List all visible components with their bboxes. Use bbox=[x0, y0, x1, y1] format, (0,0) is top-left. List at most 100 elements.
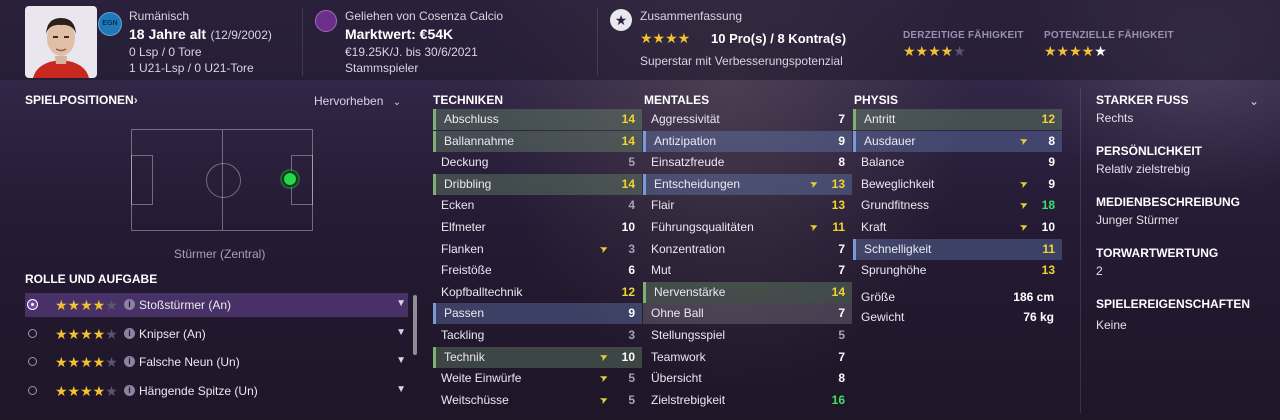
role-radio[interactable] bbox=[28, 300, 37, 309]
attribute-row[interactable]: Zielstrebigkeit 16 bbox=[643, 390, 852, 411]
attribute-row[interactable]: Einsatzfreude 8 bbox=[643, 152, 852, 173]
info-icon[interactable]: i bbox=[124, 299, 135, 310]
chevron-down-icon[interactable]: ▼ bbox=[396, 355, 406, 366]
attribute-value: 7 bbox=[838, 241, 845, 256]
role-stars: ★★★★★ bbox=[55, 297, 118, 313]
nationality[interactable]: Rumänisch bbox=[129, 9, 189, 23]
role-label: Hängende Spitze (Un) bbox=[139, 384, 258, 398]
attribute-row[interactable]: Sprunghöhe 13 bbox=[853, 260, 1062, 281]
attribute-row[interactable]: Konzentration 7 bbox=[643, 239, 852, 260]
physical-title: PHYSIS bbox=[854, 93, 899, 107]
summary-counts[interactable]: 10 Pro(s) / 8 Kontra(s) bbox=[711, 31, 846, 46]
position-marker-striker[interactable] bbox=[282, 171, 298, 187]
role-radio[interactable] bbox=[28, 386, 37, 395]
attribute-value: 5 bbox=[628, 155, 635, 170]
chevron-down-icon[interactable]: ▼ bbox=[396, 298, 406, 309]
role-radio[interactable] bbox=[28, 357, 37, 366]
attribute-row[interactable]: Schnelligkeit 11 bbox=[853, 238, 1062, 260]
attribute-row[interactable]: Mut 7 bbox=[643, 260, 852, 281]
attribute-row[interactable]: Entscheidungen ➤ 13 bbox=[643, 173, 852, 195]
attribute-row[interactable]: Tackling 3 bbox=[433, 325, 642, 346]
attribute-row[interactable]: Weitschüsse ➤ 5 bbox=[433, 390, 642, 411]
highlight-dropdown[interactable]: Hervorheben ⌄ bbox=[314, 94, 401, 108]
attribute-row[interactable]: Teamwork 7 bbox=[643, 347, 852, 368]
weight-label: Gewicht bbox=[861, 310, 905, 324]
role-label: Stoßstürmer (An) bbox=[139, 298, 232, 312]
attribute-name: Teamwork bbox=[651, 349, 706, 364]
role-row[interactable]: ★★★★★ i Knipser (An) ▼ bbox=[25, 322, 408, 346]
personality-value: Relativ zielstrebig bbox=[1096, 162, 1191, 176]
attribute-row[interactable]: Nervenstärke 14 bbox=[643, 281, 852, 303]
attribute-row[interactable]: Ecken 4 bbox=[433, 195, 642, 216]
attribute-value: 14 bbox=[831, 284, 845, 299]
loan-line[interactable]: Geliehen von Cosenza Calcio bbox=[345, 9, 503, 23]
positions-title[interactable]: SPIELPOSITIONEN› bbox=[25, 93, 138, 107]
attribute-row[interactable]: Kopfballtechnik 12 bbox=[433, 282, 642, 303]
attribute-value: 8 bbox=[838, 155, 845, 170]
attribute-name: Schnelligkeit bbox=[864, 241, 932, 256]
nation-flag-icon[interactable]: EGN bbox=[98, 12, 122, 36]
attribute-name: Zielstrebigkeit bbox=[651, 392, 726, 407]
chevron-down-icon: ⌄ bbox=[392, 97, 402, 108]
attribute-row[interactable]: Passen 9 bbox=[433, 303, 642, 325]
attribute-row[interactable]: Weite Einwürfe ➤ 5 bbox=[433, 368, 642, 389]
attribute-row[interactable]: Technik ➤ 10 bbox=[433, 346, 642, 368]
club-badge-icon[interactable] bbox=[315, 10, 337, 32]
attribute-name: Weite Einwürfe bbox=[441, 371, 522, 386]
info-icon[interactable]: i bbox=[124, 385, 135, 396]
attribute-row[interactable]: Stellungsspiel 5 bbox=[643, 325, 852, 346]
attribute-row[interactable]: Flanken ➤ 3 bbox=[433, 239, 642, 260]
attribute-row[interactable]: Übersicht 8 bbox=[643, 368, 852, 389]
role-radio[interactable] bbox=[28, 329, 37, 338]
trend-arrow-icon: ➤ bbox=[597, 393, 610, 408]
attribute-name: Tackling bbox=[441, 328, 485, 342]
attribute-name: Flanken bbox=[441, 241, 484, 256]
attribute-name: Mut bbox=[651, 263, 672, 278]
height-label: Größe bbox=[861, 290, 896, 304]
trend-arrow-icon: ➤ bbox=[807, 220, 820, 235]
attribute-row[interactable]: Führungsqualitäten ➤ 11 bbox=[643, 217, 852, 238]
chevron-down-icon[interactable]: ▼ bbox=[396, 327, 406, 338]
attribute-row[interactable]: Elfmeter 10 bbox=[433, 217, 642, 238]
attribute-row[interactable]: Grundfitness ➤ 18 bbox=[853, 195, 1062, 216]
squad-status: Stammspieler bbox=[345, 61, 419, 75]
attribute-row[interactable]: Deckung 5 bbox=[433, 152, 642, 173]
attribute-name: Freistöße bbox=[441, 263, 492, 278]
summary-text: Superstar mit Verbesserungspotenzial bbox=[640, 54, 843, 68]
attribute-row[interactable]: Antritt 12 bbox=[853, 109, 1062, 130]
info-icon[interactable]: i bbox=[124, 356, 135, 367]
attribute-value: 13 bbox=[831, 176, 845, 191]
attribute-row[interactable]: Aggressivität 7 bbox=[643, 109, 852, 130]
info-icon[interactable]: i bbox=[124, 328, 135, 339]
trend-arrow-icon: ➤ bbox=[597, 350, 610, 364]
attribute-row[interactable]: Antizipation 9 bbox=[643, 130, 852, 152]
attribute-row[interactable]: Abschluss 14 bbox=[433, 109, 642, 130]
attribute-row[interactable]: Ausdauer ➤ 8 bbox=[853, 130, 1062, 152]
roles-scrollbar[interactable] bbox=[413, 295, 417, 355]
chevron-down-icon[interactable]: ⌄ bbox=[1249, 94, 1259, 108]
personality-title: PERSÖNLICHKEIT bbox=[1096, 144, 1203, 158]
summary-stars: ★★★★ bbox=[640, 30, 691, 46]
strong-foot-value: Rechts bbox=[1096, 111, 1134, 125]
role-row[interactable]: ★★★★★ i Stoßstürmer (An) ▼ bbox=[25, 293, 408, 317]
attribute-row[interactable]: Kraft ➤ 10 bbox=[853, 217, 1062, 238]
attribute-value: 5 bbox=[628, 392, 635, 407]
attribute-name: Ballannahme bbox=[444, 133, 515, 148]
attribute-row[interactable]: Ballannahme 14 bbox=[433, 130, 642, 152]
attribute-name: Elfmeter bbox=[441, 220, 486, 234]
attribute-row[interactable]: Beweglichkeit ➤ 9 bbox=[853, 174, 1062, 195]
pitch-center-circle bbox=[206, 163, 241, 198]
attribute-row[interactable]: Freistöße 6 bbox=[433, 260, 642, 281]
u21-caps-line: 1 U21-Lsp / 0 U21-Tore bbox=[129, 61, 254, 75]
player-photo bbox=[25, 6, 97, 78]
attribute-row[interactable]: Flair 13 bbox=[643, 195, 852, 216]
chevron-down-icon[interactable]: ▼ bbox=[396, 384, 406, 395]
attribute-row[interactable]: Balance 9 bbox=[853, 152, 1062, 173]
role-row[interactable]: ★★★★★ i Hängende Spitze (Un) ▼ bbox=[25, 379, 408, 403]
role-row[interactable]: ★★★★★ i Falsche Neun (Un) ▼ bbox=[25, 350, 408, 374]
attribute-row[interactable]: Dribbling 14 bbox=[433, 173, 642, 195]
attribute-value: 11 bbox=[1042, 241, 1055, 256]
attribute-value: 16 bbox=[831, 392, 845, 407]
star-badge-icon: ★ bbox=[610, 9, 632, 31]
attribute-row[interactable]: Ohne Ball 7 bbox=[643, 303, 852, 325]
